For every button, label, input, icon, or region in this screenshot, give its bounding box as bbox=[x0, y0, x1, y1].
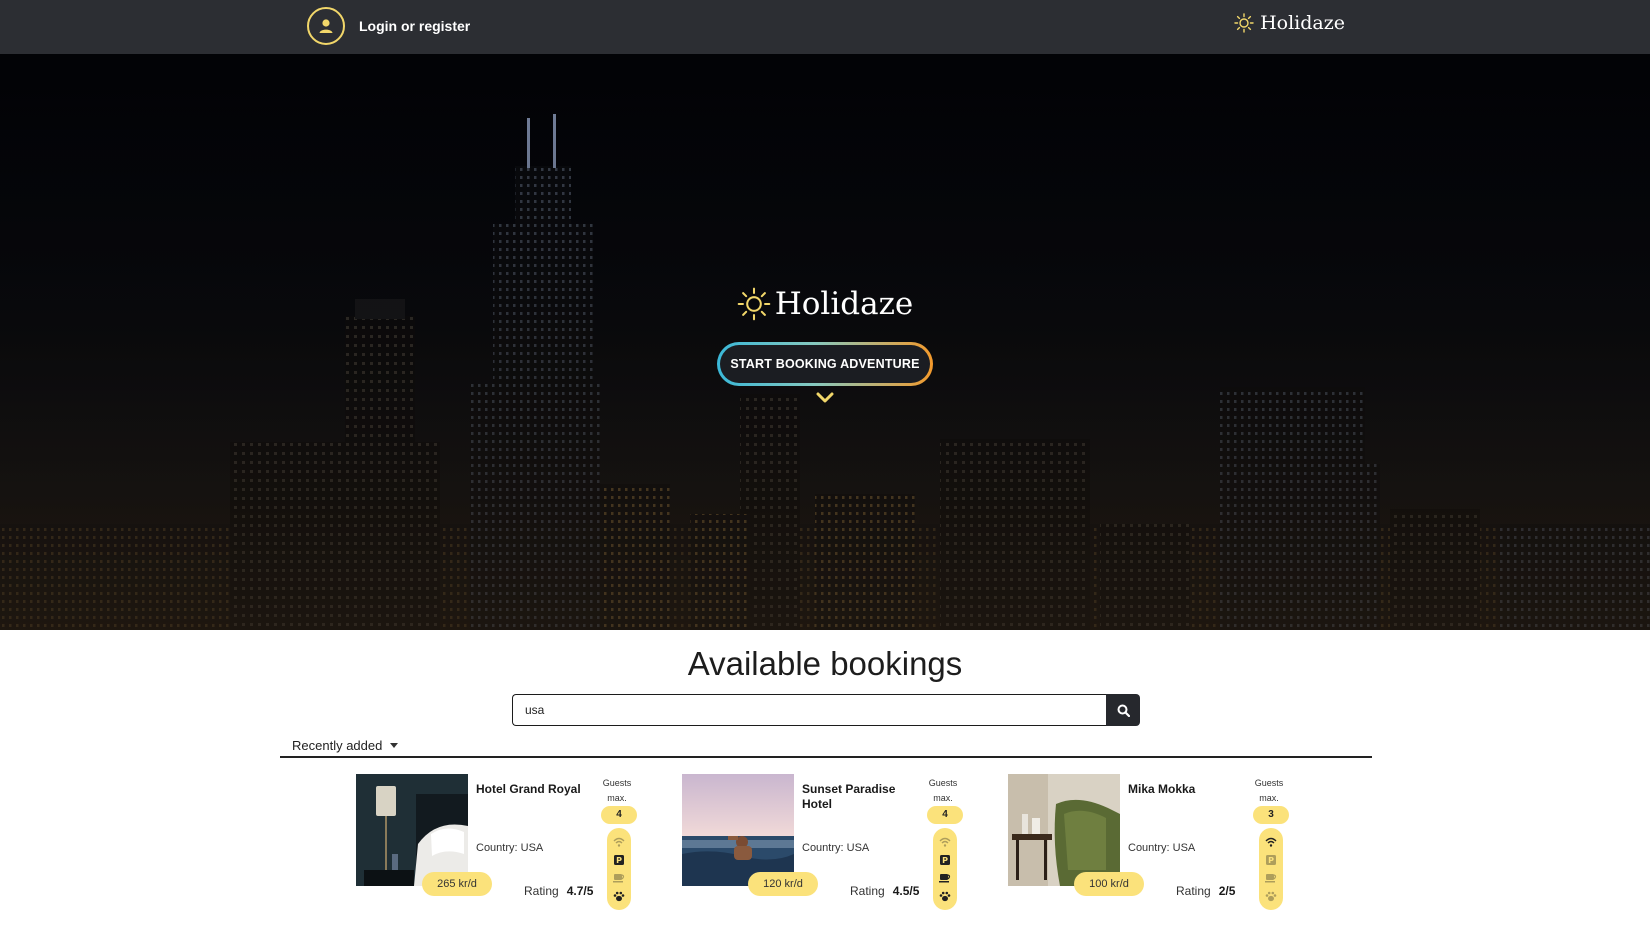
sun-icon bbox=[737, 287, 771, 321]
caret-down-icon bbox=[390, 743, 399, 748]
hotel-name[interactable]: Sunset Paradise Hotel bbox=[802, 782, 912, 812]
paw-icon bbox=[939, 889, 951, 903]
sort-dropdown[interactable]: Recently added bbox=[292, 738, 399, 753]
coffee-icon bbox=[1265, 871, 1277, 885]
hotel-image[interactable] bbox=[682, 774, 794, 886]
booking-card[interactable]: Mika Mokka Country: USA 100 kr/d Rating 2… bbox=[1008, 774, 1298, 924]
hero-brand-name: Holidaze bbox=[774, 286, 914, 322]
svg-text:P: P bbox=[1268, 856, 1274, 865]
login-register-label[interactable]: Login or register bbox=[359, 18, 470, 34]
guests-max-label: Guests max. bbox=[1254, 778, 1284, 803]
rating-label: Rating bbox=[850, 884, 885, 898]
hotel-image[interactable] bbox=[356, 774, 468, 886]
rating-label: Rating bbox=[1176, 884, 1211, 898]
svg-text:P: P bbox=[942, 856, 948, 865]
hotel-country: Country: USA bbox=[476, 842, 544, 854]
hotel-country: Country: USA bbox=[1128, 842, 1196, 854]
wifi-icon bbox=[613, 835, 625, 849]
amenities-list: P bbox=[933, 828, 957, 910]
parking-icon: P bbox=[940, 853, 950, 867]
cta-border: START BOOKING ADVENTURE bbox=[717, 342, 933, 386]
sort-label[interactable]: Recently added bbox=[292, 738, 382, 753]
hotel-name[interactable]: Mika Mokka bbox=[1128, 782, 1238, 797]
brand-name[interactable]: Holidaze bbox=[1260, 12, 1345, 34]
user-avatar-icon[interactable] bbox=[307, 7, 345, 45]
rating-value: 2/5 bbox=[1218, 884, 1236, 898]
rating-value: 4.7/5 bbox=[566, 884, 594, 898]
search-bar bbox=[512, 694, 1140, 726]
coffee-icon bbox=[613, 871, 625, 885]
price-badge: 265 kr/d bbox=[422, 872, 492, 896]
rating: Rating 4.5/5 bbox=[850, 884, 919, 898]
amenities-list: P bbox=[607, 828, 631, 910]
top-navbar: Login or register Holidaze bbox=[0, 0, 1650, 54]
paw-icon bbox=[613, 889, 625, 903]
wifi-icon bbox=[1265, 835, 1277, 849]
booking-card[interactable]: Sunset Paradise Hotel Country: USA 120 k… bbox=[682, 774, 972, 924]
rating-value: 4.5/5 bbox=[892, 884, 920, 898]
chevron-down-icon[interactable] bbox=[816, 392, 834, 404]
rating: Rating 4.7/5 bbox=[524, 884, 593, 898]
wifi-icon bbox=[939, 835, 951, 849]
rating: Rating 2/5 bbox=[1176, 884, 1235, 898]
guests-max-value: 4 bbox=[927, 806, 963, 824]
search-button[interactable] bbox=[1106, 694, 1140, 726]
svg-text:P: P bbox=[616, 856, 622, 865]
parking-icon: P bbox=[614, 853, 624, 867]
hotel-name[interactable]: Hotel Grand Royal bbox=[476, 782, 586, 797]
login-register-link[interactable]: Login or register bbox=[307, 7, 470, 45]
coffee-icon bbox=[939, 871, 951, 885]
hero-banner: Holidaze START BOOKING ADVENTURE bbox=[0, 54, 1650, 630]
sun-icon bbox=[1234, 13, 1254, 33]
hotel-image[interactable] bbox=[1008, 774, 1120, 886]
guests-max-value: 3 bbox=[1253, 806, 1289, 824]
hero-brand-logo: Holidaze bbox=[737, 286, 914, 322]
section-title: Available bookings bbox=[687, 645, 963, 682]
guests-max-label: Guests max. bbox=[602, 778, 632, 803]
start-booking-button[interactable]: START BOOKING ADVENTURE bbox=[720, 345, 930, 383]
rating-label: Rating bbox=[524, 884, 559, 898]
paw-icon bbox=[1265, 889, 1277, 903]
guests-max-value: 4 bbox=[601, 806, 637, 824]
guests-max-label: Guests max. bbox=[928, 778, 958, 803]
hotel-country: Country: USA bbox=[802, 842, 870, 854]
search-input[interactable] bbox=[512, 694, 1106, 726]
brand-logo[interactable]: Holidaze bbox=[1234, 12, 1345, 34]
price-badge: 100 kr/d bbox=[1074, 872, 1144, 896]
search-icon bbox=[1117, 704, 1130, 717]
booking-card[interactable]: Hotel Grand Royal Country: USA 265 kr/d … bbox=[356, 774, 646, 924]
divider bbox=[280, 756, 1372, 758]
price-badge: 120 kr/d bbox=[748, 872, 818, 896]
amenities-list: P bbox=[1259, 828, 1283, 910]
hero-content: Holidaze START BOOKING ADVENTURE bbox=[0, 286, 1650, 404]
parking-icon: P bbox=[1266, 853, 1276, 867]
